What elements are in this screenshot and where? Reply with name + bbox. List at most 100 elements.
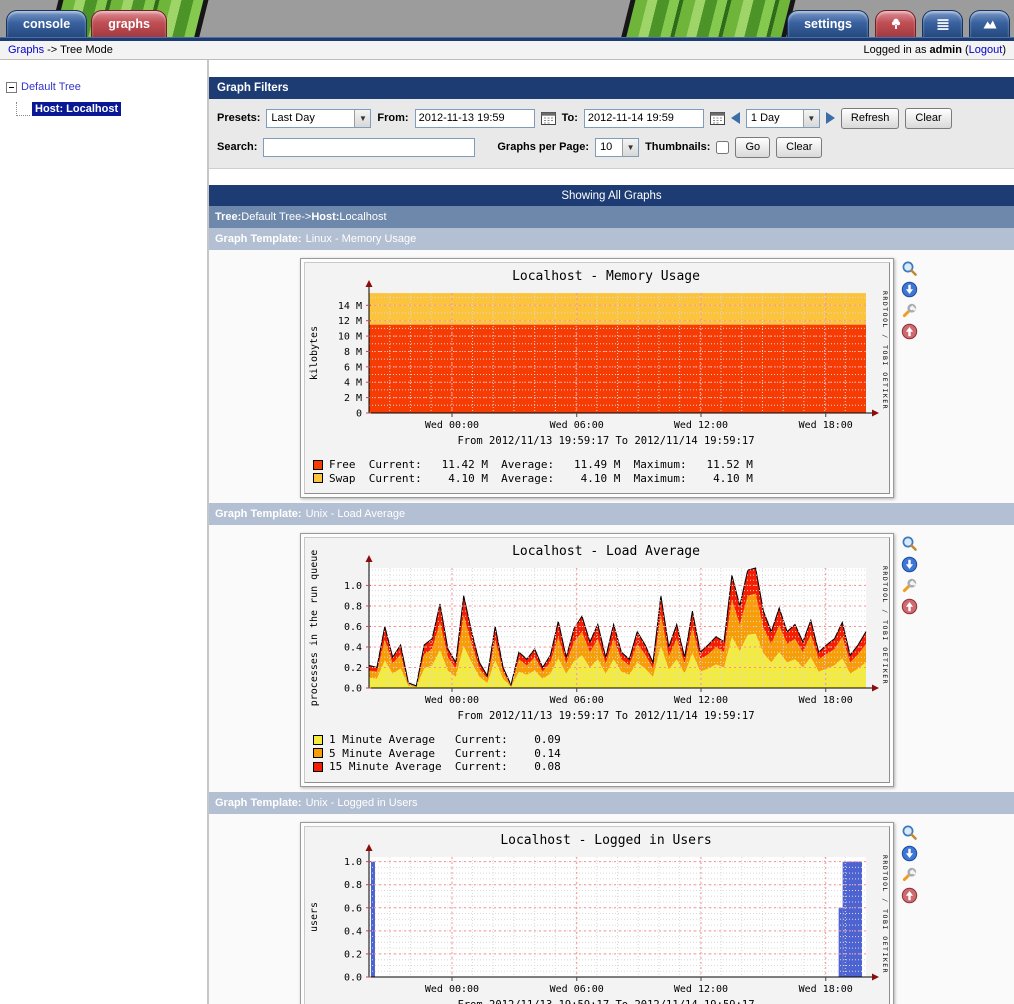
preview-view-tab[interactable] [969,10,1010,37]
memory-usage-graph-image[interactable]: Localhost - Memory UsageRRDTOOL / TOBI O… [304,262,890,494]
tree-collapse-toggle[interactable] [6,82,17,93]
svg-text:Wed 06:00: Wed 06:00 [550,984,604,995]
presets-dropdown-arrow: ▼ [354,110,370,127]
legend-color-swatch [313,735,323,745]
graph-tree-sidebar: Default Tree Host: Localhost [0,60,209,1004]
rrd-graph-svg: Localhost - Load AverageRRDTOOL / TOBI O… [305,538,891,728]
time-shift-up-icon[interactable] [901,887,918,904]
graph-preview-icon [982,16,998,32]
legend-row: 5 Minute Average Current: 0.14 [313,747,889,761]
tree-view-tab[interactable] [875,10,916,37]
csv-export-icon[interactable] [901,845,918,862]
zoom-graph-icon[interactable] [901,535,918,552]
tab-console[interactable]: console [6,10,87,37]
graph-source-wrench-icon[interactable] [901,577,918,594]
timespan-dropdown-arrow: ▼ [803,110,819,127]
svg-text:0: 0 [356,409,362,420]
graph-actions-memory [901,258,918,340]
shift-time-back-icon[interactable] [731,112,740,124]
csv-export-icon[interactable] [901,281,918,298]
tab-settings[interactable]: settings [787,10,869,37]
legend-text: 5 Minute Average Current: 0.14 [329,747,561,760]
svg-text:Wed 18:00: Wed 18:00 [799,695,853,706]
shift-time-forward-icon[interactable] [826,112,835,124]
breadcrumb-graphs-link[interactable]: Graphs [8,44,44,56]
per-page-dropdown-arrow: ▼ [622,139,638,156]
svg-text:0.6: 0.6 [344,622,362,633]
to-calendar-icon[interactable] [710,111,725,126]
to-label: To: [562,112,578,124]
graph-panel-memory: Localhost - Memory UsageRRDTOOL / TOBI O… [300,258,894,498]
breadcrumb-rest: -> Tree Mode [44,44,113,56]
svg-text:From 2012/11/13 19:59:17 To 20: From 2012/11/13 19:59:17 To 2012/11/14 1… [457,999,754,1004]
legend-row: Swap Current: 4.10 M Average: 4.10 M Max… [313,472,889,486]
svg-text:Wed 00:00: Wed 00:00 [425,984,479,995]
cacti-page: console graphs settings [0,0,1014,1004]
svg-text:Localhost - Load Average: Localhost - Load Average [512,544,700,559]
legend-text: Free Current: 11.42 M Average: 11.49 M M… [329,458,753,471]
svg-text:10 M: 10 M [338,332,362,343]
time-shift-up-icon[interactable] [901,323,918,340]
login-paren-close: ) [1002,44,1006,56]
thumbnails-checkbox[interactable] [716,141,729,154]
legend-text: 15 Minute Average Current: 0.08 [329,760,561,773]
legend-row: Free Current: 11.42 M Average: 11.49 M M… [313,458,889,472]
from-date-input[interactable] [415,109,535,128]
svg-text:8 M: 8 M [344,347,362,358]
svg-text:From 2012/11/13 19:59:17 To 20: From 2012/11/13 19:59:17 To 2012/11/14 1… [457,435,754,447]
time-shift-up-icon[interactable] [901,598,918,615]
graph-template-bar-load: Graph Template: Unix - Load Average [209,503,1014,525]
tree-path-host-label: Host: [311,211,339,223]
nav-tabs-left: console graphs [6,10,167,37]
breadcrumb-bar: Graphs -> Tree Mode Logged in as admin (… [0,41,1014,60]
from-calendar-icon[interactable] [541,111,556,126]
graph-actions-users [901,822,918,904]
graph-source-wrench-icon[interactable] [901,302,918,319]
svg-text:0.0: 0.0 [344,972,362,983]
list-view-tab[interactable] [922,10,963,37]
load-average-graph-image[interactable]: Localhost - Load AverageRRDTOOL / TOBI O… [304,537,890,783]
zoom-graph-icon[interactable] [901,824,918,841]
nav-tabs-right: settings [787,10,1010,37]
clear-button[interactable]: Clear [905,108,951,129]
legend-color-swatch [313,748,323,758]
legend-color-swatch [313,762,323,772]
graph-filters-panel: Graph Filters Presets: Last Day ▼ From: [209,77,1014,169]
sidebar-item-host-localhost[interactable]: Host: Localhost [32,102,121,116]
tree-path-tree-label: Tree: [215,211,241,223]
presets-select[interactable]: Last Day ▼ [266,109,371,128]
tab-graphs[interactable]: graphs [91,10,167,37]
zoom-graph-icon[interactable] [901,260,918,277]
to-date-input[interactable] [584,109,704,128]
tree-path-bar: Tree:Default Tree-> Host:Localhost [209,206,1014,228]
svg-text:Wed 00:00: Wed 00:00 [425,420,479,431]
timespan-select[interactable]: 1 Day ▼ [746,109,820,128]
svg-text:0.4: 0.4 [344,926,362,937]
svg-text:14 M: 14 M [338,301,362,312]
refresh-button[interactable]: Refresh [841,108,900,129]
clear-search-button[interactable]: Clear [776,137,822,158]
graphs-per-page-value: 10 [596,139,622,156]
login-prefix: Logged in as [863,44,929,56]
svg-text:0.2: 0.2 [344,663,362,674]
svg-text:Localhost - Logged in Users: Localhost - Logged in Users [500,833,711,848]
svg-text:0.0: 0.0 [344,684,362,695]
logged-in-users-graph-image[interactable]: Localhost - Logged in UsersRRDTOOL / TOB… [304,826,890,1004]
search-label: Search: [217,141,257,153]
logout-link[interactable]: Logout [969,44,1003,56]
graph-source-wrench-icon[interactable] [901,866,918,883]
svg-text:Wed 18:00: Wed 18:00 [799,420,853,431]
search-input[interactable] [263,138,475,157]
svg-text:0.8: 0.8 [344,880,362,891]
go-button[interactable]: Go [735,137,770,158]
svg-text:Wed 12:00: Wed 12:00 [674,695,728,706]
graph-filters-header: Graph Filters [209,77,1014,99]
presets-label: Presets: [217,112,260,124]
csv-export-icon[interactable] [901,556,918,573]
graphs-per-page-select[interactable]: 10 ▼ [595,138,639,157]
sidebar-item-default-tree[interactable]: Default Tree [21,81,81,93]
svg-text:1.0: 1.0 [344,857,362,868]
legend-color-swatch [313,460,323,470]
graph-panel-load: Localhost - Load AverageRRDTOOL / TOBI O… [300,533,894,787]
svg-text:kilobytes: kilobytes [309,326,320,380]
